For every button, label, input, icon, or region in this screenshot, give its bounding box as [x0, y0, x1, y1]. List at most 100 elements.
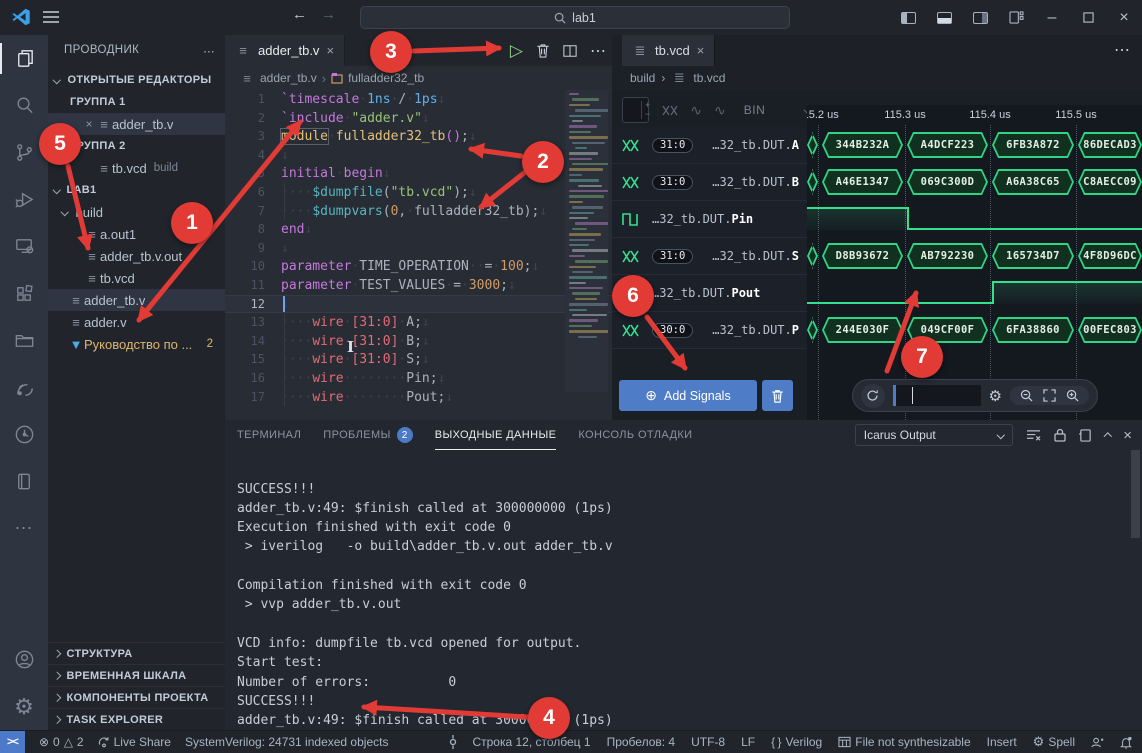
code-line[interactable]: 1`timescale·1ns·/·1ps↓ — [225, 90, 612, 109]
close-tab-icon[interactable]: × — [697, 43, 705, 58]
analog-wave-icon[interactable]: ∿ — [690, 102, 702, 119]
code-line[interactable]: 2`include·"adder.v"↓ — [225, 109, 612, 128]
output-scrollbar[interactable] — [1131, 450, 1140, 538]
open-editors-section[interactable]: ОТКРЫТЫЕ РЕДАКТОРЫ — [48, 69, 225, 91]
wave-stepper[interactable]: +− — [641, 101, 650, 119]
zoom-fit-icon[interactable] — [1043, 389, 1056, 402]
file-rukovodstvo[interactable]: ▼Руководство по ...2 — [48, 333, 225, 355]
command-search-box[interactable]: lab1 — [360, 6, 790, 29]
open-in-editor-icon[interactable] — [1079, 429, 1092, 442]
problems-status[interactable]: ⊗0 △2 — [39, 735, 84, 749]
activity-explorer-icon[interactable] — [0, 35, 48, 82]
signal-row-B[interactable]: 31:0…32_tb.DUT.B — [612, 164, 807, 201]
commit-icon[interactable] — [448, 735, 458, 749]
section-timeline[interactable]: ВРЕМЕННАЯ ШКАЛА — [48, 664, 225, 686]
activity-espressif-icon[interactable] — [0, 364, 48, 411]
code-editor[interactable]: 1`timescale·1ns·/·1ps↓2`include·"adder.v… — [225, 90, 612, 420]
wave-breadcrumb[interactable]: build › ≣ tb.vcd — [612, 66, 1142, 90]
trash-icon[interactable] — [536, 43, 550, 58]
output-channel-select[interactable]: Icarus Output — [855, 424, 1013, 446]
cursor-position-status[interactable]: Строка 12, столбец 1 — [472, 735, 590, 749]
panel-maximize-icon[interactable] — [1104, 433, 1112, 441]
add-signals-button[interactable]: ⊕ Add Signals — [619, 380, 757, 411]
tab-tb-vcd[interactable]: ≣ tb.vcd × — [622, 35, 715, 66]
explorer-more-icon[interactable]: ⋯ — [203, 44, 215, 58]
settings-gear-icon[interactable]: ⚙ — [0, 683, 48, 730]
zoom-range-slider[interactable] — [893, 385, 981, 406]
activity-extensions-icon[interactable] — [0, 270, 48, 317]
file-adder-tb-v[interactable]: ≡adder_tb.v — [48, 289, 225, 311]
activity-notebook-icon[interactable] — [0, 458, 48, 505]
file-tb-vcd[interactable]: ≡tb.vcd — [48, 267, 225, 289]
tab-adder-tb-v[interactable]: ≡ adder_tb.v × — [225, 35, 345, 66]
notifications-bell-icon[interactable] — [1120, 736, 1132, 749]
open-editor-tbvcd[interactable]: ≡tb.vcdbuild — [48, 157, 225, 179]
activity-remote-explorer-icon[interactable] — [0, 223, 48, 270]
live-share-button[interactable]: Live Share — [98, 735, 171, 749]
synthesizable-status[interactable]: File not synthesizable — [838, 735, 970, 749]
wave-settings-gear-icon[interactable]: ⚙ — [989, 387, 1002, 405]
activity-search-icon[interactable] — [0, 82, 48, 129]
encoding-status[interactable]: UTF-8 — [691, 735, 725, 749]
close-tab-icon[interactable]: × — [326, 43, 334, 58]
section-structure[interactable]: СТРУКТУРА — [48, 642, 225, 664]
code-line[interactable]: 10parameter·TIME_OPERATION··=·100;↓ — [225, 257, 612, 276]
signal-row-S[interactable]: 31:0…32_tb.DUT.S — [612, 238, 807, 275]
feedback-icon[interactable] — [1091, 736, 1104, 749]
tab-output[interactable]: ВЫХОДНЫЕ ДАННЫЕ — [435, 420, 557, 450]
signal-row-P[interactable]: 30:0…32_tb.DUT.P — [612, 312, 807, 349]
minimize-icon[interactable]: – — [1034, 0, 1070, 35]
toggle-panel-icon[interactable] — [926, 0, 962, 35]
nav-back-icon[interactable]: ← — [292, 6, 307, 23]
activity-run-debug-icon[interactable] — [0, 176, 48, 223]
tab-debug-console[interactable]: КОНСОЛЬ ОТЛАДКИ — [578, 420, 692, 450]
signal-row-Pin[interactable]: …32_tb.DUT.Pin — [612, 201, 807, 238]
activity-more-icon[interactable]: ⋯ — [0, 505, 48, 552]
tab-problems[interactable]: ПРОБЛЕМЫ2 — [323, 420, 412, 450]
zoom-out-icon[interactable] — [1020, 389, 1033, 402]
activity-project-icon[interactable] — [0, 317, 48, 364]
refresh-icon[interactable] — [861, 384, 885, 408]
section-task-explorer[interactable]: TASK EXPLORER — [48, 708, 225, 730]
toggle-secondary-sidebar-icon[interactable] — [962, 0, 998, 35]
wave-more-icon[interactable]: ⋯ — [1114, 40, 1130, 60]
close-editor-icon[interactable]: × — [82, 117, 96, 131]
code-line[interactable]: 8end↓ — [225, 220, 612, 239]
analog-wave2-icon[interactable]: ∿ — [714, 102, 726, 119]
breadcrumb[interactable]: ≡ adder_tb.v › fulladder32_tb — [225, 66, 612, 90]
split-editor-icon[interactable] — [563, 44, 577, 58]
panel-close-icon[interactable]: × — [1123, 427, 1132, 444]
code-line[interactable]: 3module·fulladder32_tb();↓ — [225, 127, 612, 146]
radix-select[interactable]: BIN — [744, 103, 766, 117]
remove-signals-button[interactable] — [762, 380, 793, 411]
minimap[interactable] — [565, 90, 608, 392]
bus-format-icon[interactable] — [662, 105, 678, 116]
remote-indicator[interactable]: >< — [0, 731, 25, 753]
toggle-sidebar-icon[interactable] — [890, 0, 926, 35]
eol-status[interactable]: LF — [741, 735, 755, 749]
output-console[interactable]: SUCCESS!!!adder_tb.v:49: $finish called … — [237, 450, 1128, 730]
file-adder-v[interactable]: ≡adder.v — [48, 311, 225, 333]
menu-icon[interactable] — [42, 9, 60, 25]
run-button[interactable]: ▷ — [510, 41, 523, 61]
section-project-components[interactable]: КОМПОНЕНТЫ ПРОЕКТА — [48, 686, 225, 708]
account-icon[interactable] — [0, 636, 48, 683]
clear-output-icon[interactable] — [1026, 429, 1041, 442]
indentation-status[interactable]: Пробелов: 4 — [607, 735, 676, 749]
zoom-in-icon[interactable] — [1066, 389, 1079, 402]
file-adder-tb-v-out[interactable]: ≡adder_tb.v.out — [48, 245, 225, 267]
insert-mode-status[interactable]: Insert — [987, 735, 1017, 749]
editor-more-icon[interactable]: ⋯ — [590, 41, 606, 61]
customize-layout-icon[interactable] — [998, 0, 1034, 35]
code-line[interactable]: 11parameter·TEST_VALUES·=·3000;↓ — [225, 276, 612, 295]
spell-checker-status[interactable]: ⚙Spell — [1033, 734, 1075, 750]
tab-terminal[interactable]: ТЕРМИНАЛ — [237, 420, 301, 450]
systemverilog-indexer-status[interactable]: SystemVerilog: 24731 indexed objects — [185, 735, 388, 749]
maximize-icon[interactable] — [1070, 0, 1106, 35]
code-line[interactable]: 9↓ — [225, 239, 612, 258]
language-mode-status[interactable]: { }Verilog — [771, 735, 822, 749]
activity-timeline-icon[interactable] — [0, 411, 48, 458]
code-line[interactable]: 12↓ — [225, 295, 612, 314]
close-icon[interactable]: × — [1106, 0, 1142, 35]
waveform-area[interactable]: 115.2 us115.3 us115.4 us115.5 us344B232A… — [807, 105, 1142, 420]
